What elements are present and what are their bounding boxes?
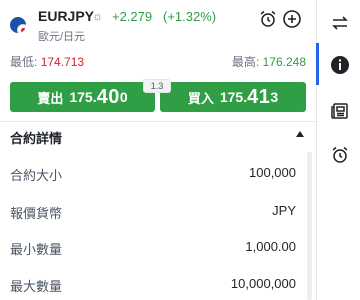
plus-circle-icon[interactable]: [282, 9, 302, 29]
active-indicator: [316, 43, 319, 85]
detail-value: JPY: [272, 203, 296, 218]
low-price: 最低: 174.713: [10, 53, 84, 70]
symbol-subtitle: 歐元/日元: [38, 31, 86, 43]
instrument-panel: EURJPY ☼ +2.279 (+1.32%) 歐元/日元 最低: 174.7…: [0, 0, 316, 300]
news-icon[interactable]: [329, 100, 351, 122]
section-title: 合約詳情: [10, 131, 63, 146]
detail-row: 報價貨幣 JPY: [10, 203, 296, 223]
high-value: 176.248: [262, 55, 306, 69]
buy-label: 買入: [187, 90, 214, 106]
alarm-clock-icon[interactable]: [258, 9, 278, 29]
sell-button[interactable]: 賣出 175. 40 0: [10, 82, 155, 112]
sell-price-fraction: 0: [119, 89, 128, 105]
collapse-caret-icon[interactable]: [296, 131, 304, 137]
detail-value: 1,000.00: [245, 239, 296, 254]
detail-row: 最小數量 1,000.00: [10, 239, 296, 259]
detail-label: 最小數量: [10, 242, 63, 257]
price-change: +2.279: [112, 9, 153, 24]
info-icon[interactable]: [329, 54, 351, 76]
buy-price-fraction: 3: [270, 89, 279, 105]
low-value: 174.713: [40, 55, 85, 69]
buy-button[interactable]: 買入 175. 41 3: [160, 82, 306, 112]
price-change-percent: (+1.32%): [163, 9, 217, 24]
divider: [0, 121, 316, 122]
swap-arrows-icon[interactable]: [329, 12, 351, 34]
sun-icon: ☼: [92, 9, 103, 23]
spread-badge: 1.3: [143, 79, 171, 93]
symbol-title: EURJPY: [38, 8, 95, 24]
detail-label: 最大數量: [10, 279, 63, 294]
detail-value: 100,000: [249, 165, 296, 180]
buy-price-pips: 41: [247, 85, 271, 108]
detail-label: 報價貨幣: [10, 206, 63, 221]
buy-price-main: 175.: [219, 89, 248, 105]
low-label: 最低:: [10, 55, 38, 69]
alarm-icon[interactable]: [329, 144, 351, 166]
right-sidebar: [316, 0, 360, 300]
sell-price-main: 175.: [69, 89, 97, 105]
detail-label: 合約大小: [10, 168, 63, 183]
high-label: 最高:: [231, 55, 260, 69]
scrollbar[interactable]: [307, 152, 312, 300]
detail-value: 10,000,000: [230, 276, 296, 291]
currency-flag-icon: [10, 17, 26, 33]
sell-price-pips: 40: [96, 85, 120, 108]
high-price: 最高: 176.248: [232, 53, 306, 70]
detail-row: 合約大小 100,000: [10, 165, 296, 185]
sell-label: 賣出: [37, 90, 64, 106]
detail-row: 最大數量 10,000,000: [10, 276, 296, 296]
